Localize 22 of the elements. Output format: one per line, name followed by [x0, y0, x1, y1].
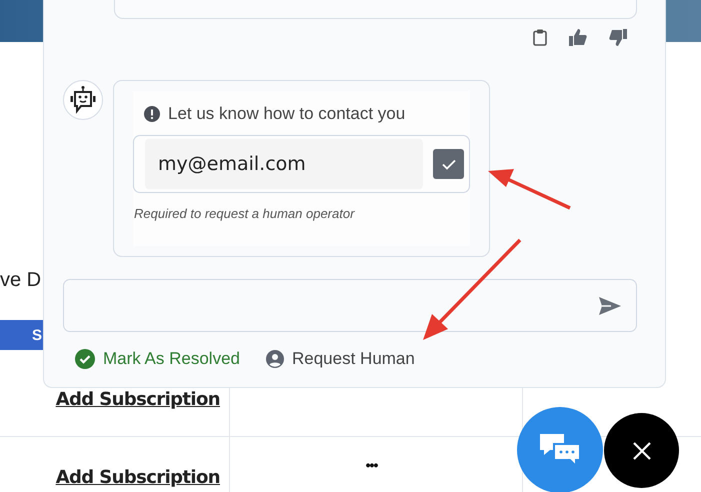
primary-button[interactable]: S [0, 320, 43, 350]
close-icon [632, 442, 650, 460]
message-input[interactable] [63, 279, 637, 332]
robot-icon [70, 86, 96, 114]
user-circle-icon [266, 350, 284, 368]
resolve-button[interactable]: Mark As Resolved [75, 349, 240, 369]
request-human-button[interactable]: Request Human [266, 349, 415, 369]
add-subscription-link[interactable]: Add Subscription [56, 467, 220, 488]
more-menu[interactable]: ••• [366, 457, 378, 473]
add-subscription-link[interactable]: Add Subscription [56, 389, 220, 410]
send-icon[interactable] [599, 296, 621, 314]
thumbs-up-icon[interactable] [569, 29, 587, 46]
email-field[interactable]: my@email.com [133, 135, 470, 193]
thumbs-down-icon[interactable] [609, 29, 627, 46]
check-circle-icon [75, 349, 95, 369]
field-hint: Required to request a human operator [134, 206, 356, 221]
page-heading: ve D [0, 268, 42, 292]
confirm-button[interactable] [433, 149, 464, 179]
clipboard-icon[interactable] [533, 29, 547, 46]
check-icon [442, 158, 456, 170]
contact-prompt: Let us know how to contact you [168, 104, 406, 124]
exclamation-circle-icon [144, 106, 160, 122]
